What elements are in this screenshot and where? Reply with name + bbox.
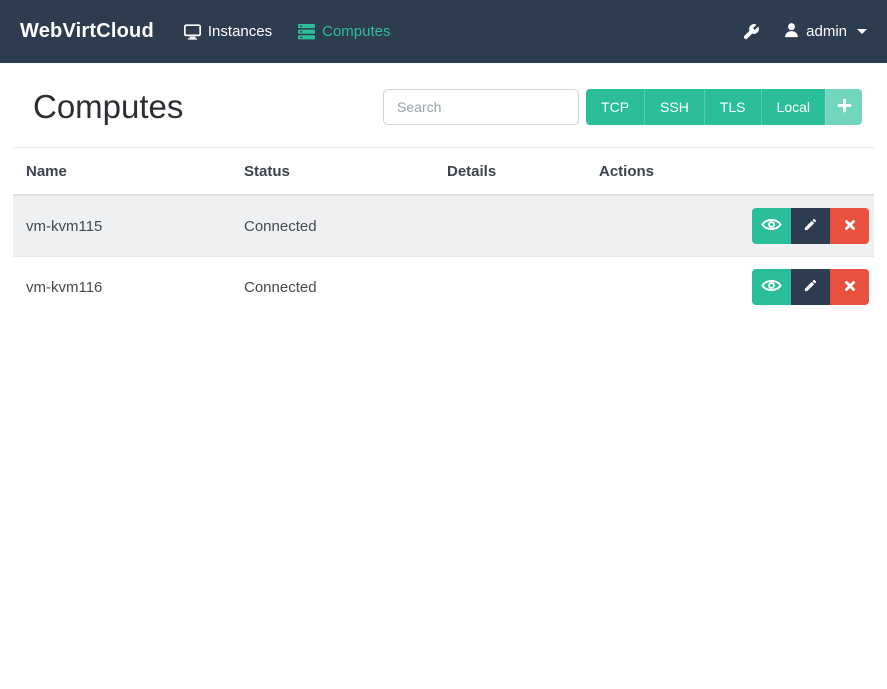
compute-name: vm-kvm116 <box>13 256 231 317</box>
column-header-status: Status <box>231 148 434 196</box>
edit-compute-button[interactable] <box>791 208 830 244</box>
plus-icon <box>837 98 852 116</box>
search-input[interactable] <box>383 89 580 125</box>
view-eye-icon <box>761 217 782 235</box>
page-title: Computes <box>33 88 184 125</box>
delete-x-icon <box>843 279 857 296</box>
add-tls-button[interactable]: TLS <box>703 89 761 125</box>
top-navbar: WebVirtCloud Instances Computes admin <box>0 0 887 63</box>
add-compute-button-group: TCP SSH TLS Local <box>586 89 862 125</box>
delete-compute-button[interactable] <box>830 208 869 244</box>
add-local-button[interactable]: Local <box>760 89 825 125</box>
nav-item-computes[interactable]: Computes <box>298 23 390 40</box>
user-menu[interactable]: admin <box>784 22 867 42</box>
nav-item-label: Computes <box>322 23 391 40</box>
edit-pencil-icon <box>803 278 818 296</box>
computes-table: Name Status Details Actions vm-kvm115 Co… <box>13 148 874 317</box>
monitor-icon <box>183 23 201 40</box>
user-name: admin <box>806 23 847 40</box>
compute-name: vm-kvm115 <box>26 217 103 235</box>
row-actions <box>752 269 869 305</box>
nav-item-instances[interactable]: Instances <box>183 23 273 40</box>
content-container: Computes TCP SSH TLS Local Name Status D <box>0 88 887 317</box>
add-ssh-button[interactable]: SSH <box>644 89 704 125</box>
compute-details <box>434 256 586 317</box>
page-header: Computes TCP SSH TLS Local <box>13 88 874 126</box>
navbar-right: admin <box>742 22 867 42</box>
delete-compute-button[interactable] <box>830 269 869 305</box>
server-stack-icon <box>298 23 316 40</box>
nav-item-label: Instances <box>207 23 273 40</box>
main-nav: Instances Computes <box>183 23 390 40</box>
view-eye-icon <box>761 278 782 296</box>
compute-status: Connected <box>244 217 317 235</box>
add-tcp-button[interactable]: TCP <box>586 89 645 125</box>
column-header-details: Details <box>434 148 586 196</box>
table-row: vm-kvm116 Connected <box>13 256 874 317</box>
view-compute-button[interactable] <box>752 208 791 244</box>
delete-x-icon <box>843 218 857 235</box>
brand-logo[interactable]: WebVirtCloud <box>20 20 154 43</box>
edit-pencil-icon <box>803 217 818 235</box>
add-compute-button[interactable] <box>825 89 862 125</box>
user-icon <box>784 22 799 42</box>
wrench-icon[interactable] <box>742 23 760 41</box>
view-compute-button[interactable] <box>752 269 791 305</box>
column-header-actions: Actions <box>586 148 874 196</box>
compute-status: Connected <box>231 256 434 317</box>
row-actions <box>752 208 869 244</box>
table-header-row: Name Status Details Actions <box>13 148 874 196</box>
table-row: vm-kvm115 Connected <box>13 195 874 257</box>
edit-compute-button[interactable] <box>791 269 830 305</box>
column-header-name: Name <box>13 148 231 196</box>
compute-details <box>434 195 586 257</box>
chevron-down-icon <box>857 29 867 34</box>
